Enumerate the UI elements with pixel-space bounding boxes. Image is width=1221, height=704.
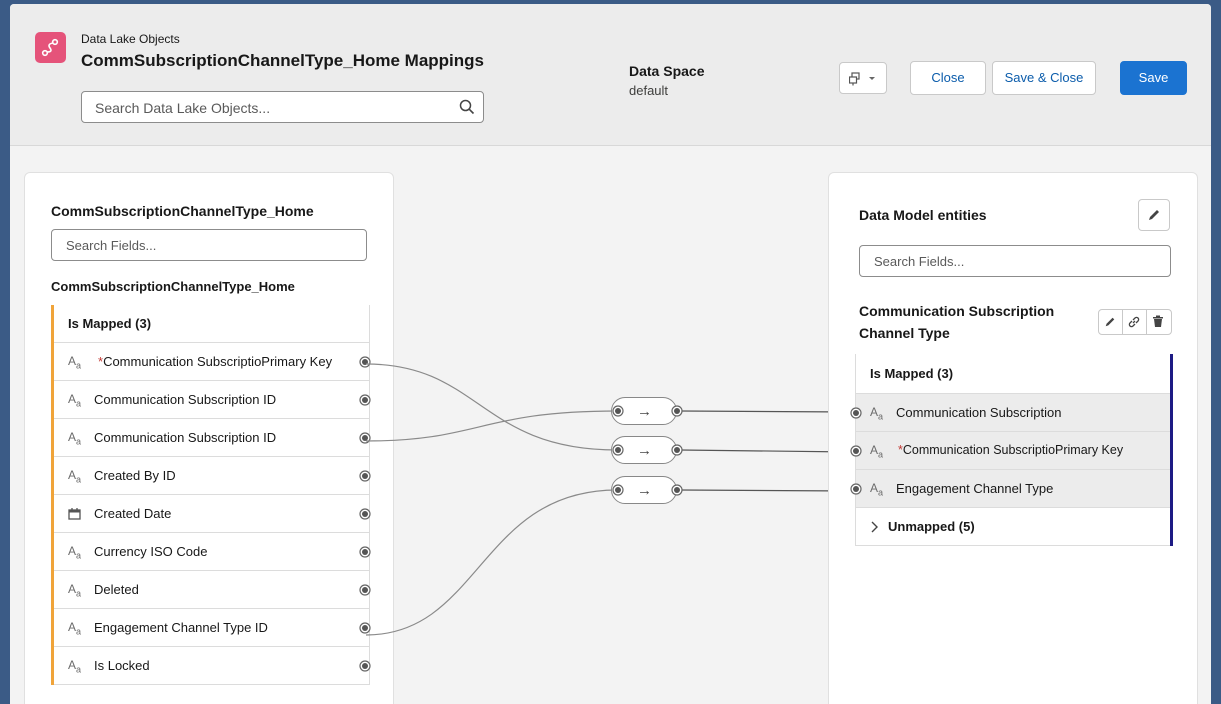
- pencil-icon[interactable]: [1104, 316, 1116, 328]
- text-type-icon: Aa: [870, 481, 884, 498]
- mapped-connection-dot-icon[interactable]: [850, 483, 862, 495]
- mapping-connector[interactable]: →: [611, 476, 683, 504]
- entity-action-group: [1098, 309, 1172, 335]
- data-model-title: Data Model entities: [859, 207, 987, 223]
- arrow-right-icon: →: [637, 482, 652, 499]
- connector-output-dot-icon: [671, 444, 683, 456]
- edit-entities-button[interactable]: [1138, 199, 1170, 231]
- text-type-icon: Aa: [870, 405, 884, 422]
- mapped-group-header[interactable]: Is Mapped (3): [856, 354, 1170, 394]
- chevron-right-icon[interactable]: [870, 521, 880, 533]
- trash-icon[interactable]: [1152, 315, 1164, 328]
- mapping-window: Data Lake Objects CommSubscriptionChanne…: [10, 4, 1211, 704]
- mapped-connection-dot-icon[interactable]: [850, 445, 862, 457]
- unmapped-group-label: Unmapped (5): [888, 519, 975, 534]
- entity-search-input[interactable]: [872, 253, 1166, 270]
- text-type-icon: Aa: [870, 443, 884, 460]
- mapping-connector[interactable]: →: [611, 436, 683, 464]
- data-model-panel: Data Model entities Communication Subscr…: [828, 172, 1198, 704]
- connector-input-dot-icon: [612, 444, 624, 456]
- mapping-connector[interactable]: →: [611, 397, 683, 425]
- entity-name-line1: Communication Subscription: [859, 303, 1055, 319]
- entity-field-list: Is Mapped (3) Aa Communication Subscript…: [850, 354, 1173, 546]
- list-item[interactable]: Aa Communication Subscription: [850, 394, 1170, 432]
- connector-output-dot-icon: [671, 484, 683, 496]
- arrow-right-icon: →: [637, 403, 652, 420]
- arrow-right-icon: →: [637, 442, 652, 459]
- pencil-icon: [1149, 210, 1159, 220]
- unmapped-group-header[interactable]: Unmapped (5): [856, 508, 1170, 546]
- connector-output-dot-icon: [671, 405, 683, 417]
- link-icon[interactable]: [1127, 315, 1141, 329]
- field-label: Communication Subscriptio: [902, 443, 1056, 457]
- list-item[interactable]: Aa *Communication SubscriptioPrimary Key: [850, 432, 1170, 470]
- field-label: Engagement Channel Type: [896, 481, 1054, 496]
- connector-input-dot-icon: [612, 405, 624, 417]
- connector-input-dot-icon: [612, 484, 624, 496]
- primary-key-badge: Primary Key: [1055, 443, 1124, 457]
- field-label: Communication Subscription: [896, 405, 1062, 420]
- list-item[interactable]: Aa Engagement Channel Type: [850, 470, 1170, 508]
- mapped-connection-dot-icon[interactable]: [850, 407, 862, 419]
- entity-name-line2: Channel Type: [859, 325, 950, 341]
- mapped-group-label: Is Mapped (3): [870, 366, 954, 381]
- entity-field-search[interactable]: [859, 245, 1171, 277]
